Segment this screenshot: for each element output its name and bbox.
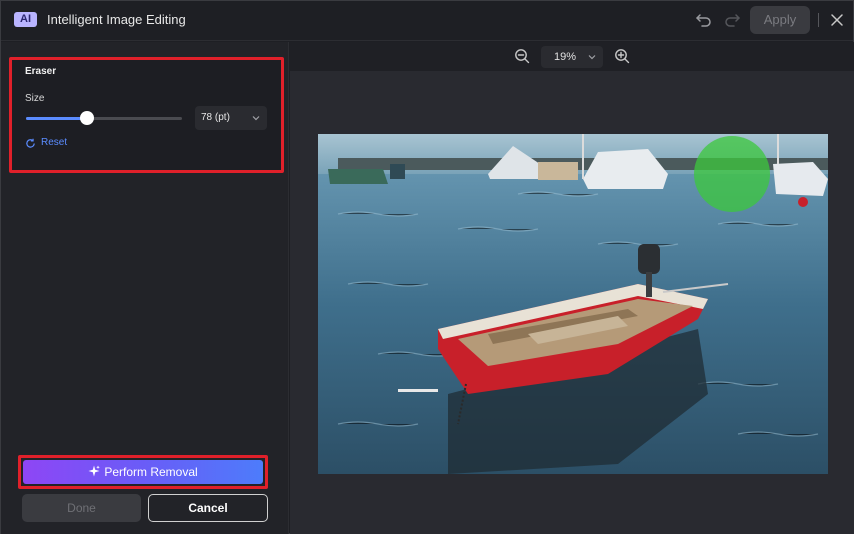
eraser-section: Eraser Size 78 (pt) Reset xyxy=(9,57,284,173)
perform-removal-button[interactable]: Perform Removal xyxy=(23,460,263,484)
zoom-value: 19% xyxy=(554,51,577,63)
size-slider-fill xyxy=(26,117,87,120)
zoom-out-icon[interactable] xyxy=(514,48,530,64)
cancel-button[interactable]: Cancel xyxy=(148,494,268,522)
perform-removal-highlight: Perform Removal xyxy=(18,455,268,489)
image-canvas[interactable] xyxy=(318,134,828,474)
title-bar: AI Intelligent Image Editing Apply xyxy=(1,1,853,41)
ai-badge: AI xyxy=(14,12,37,27)
editor-window: AI Intelligent Image Editing Apply Erase… xyxy=(0,0,854,534)
reset-label: Reset xyxy=(41,137,68,148)
undo-icon[interactable] xyxy=(694,10,714,30)
size-value: 78 (pt) xyxy=(201,112,230,123)
chevron-down-icon xyxy=(252,116,260,121)
zoom-in-icon[interactable] xyxy=(614,48,630,64)
zoom-dropdown[interactable]: 19% xyxy=(541,46,603,68)
eraser-title: Eraser xyxy=(25,66,57,77)
zoom-toolbar: 19% xyxy=(290,42,854,71)
brush-overlay xyxy=(694,136,770,212)
window-title: Intelligent Image Editing xyxy=(47,12,186,27)
redo-icon[interactable] xyxy=(722,10,742,30)
size-label: Size xyxy=(25,93,45,104)
titlebar-divider xyxy=(818,13,819,27)
apply-button[interactable]: Apply xyxy=(750,6,810,34)
reset-icon xyxy=(26,138,35,148)
boat-photo xyxy=(318,134,828,474)
canvas-area: 19% xyxy=(290,42,854,534)
size-dropdown[interactable]: 78 (pt) xyxy=(195,106,267,130)
chevron-down-icon xyxy=(588,55,596,60)
perform-removal-label: Perform Removal xyxy=(104,465,198,479)
close-icon[interactable] xyxy=(827,10,847,30)
tool-panel: Eraser Size 78 (pt) Reset Perform Remova… xyxy=(1,42,289,534)
size-slider-track[interactable] xyxy=(26,117,182,120)
done-button[interactable]: Done xyxy=(22,494,141,522)
size-slider-thumb[interactable] xyxy=(79,111,94,125)
sparkle-icon xyxy=(88,465,101,477)
